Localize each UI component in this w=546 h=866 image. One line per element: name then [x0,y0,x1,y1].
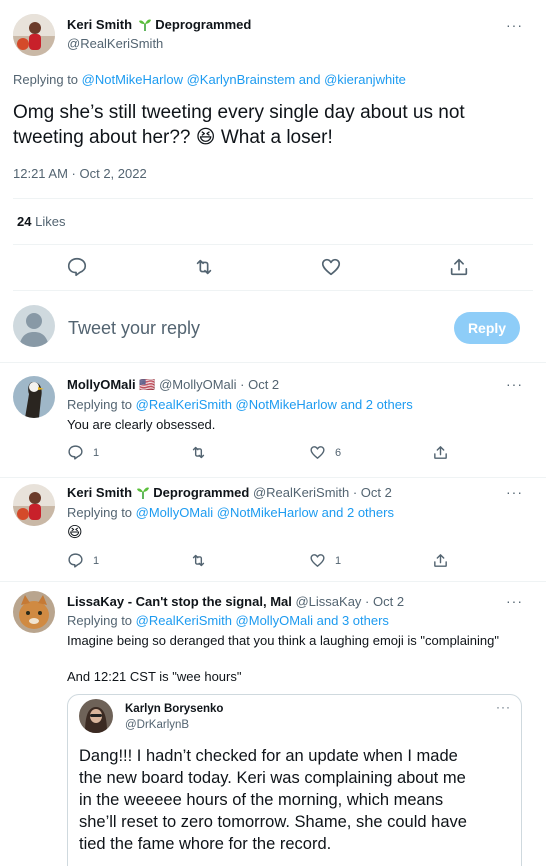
replying-to: Replying to @RealKeriSmith @NotMikeHarlo… [67,396,413,414]
reply-icon[interactable] [67,444,84,461]
divider [13,198,533,199]
reply-count: 1 [93,555,100,567]
share-icon[interactable] [448,256,470,278]
replying-to-handles[interactable]: @RealKeriSmith @MollyOMali and 3 others [136,613,389,628]
reply-text: 😆 [67,524,83,541]
replying-prefix: Replying to [13,72,82,87]
like-icon[interactable] [320,256,342,278]
author-name[interactable]: LissaKay - Can't stop the signal, Mal [67,594,292,609]
replying-to: Replying to @NotMikeHarlow @KarlynBrains… [13,72,406,87]
replying-to-handles[interactable]: @RealKeriSmith @NotMikeHarlow and 2 othe… [136,397,413,412]
us-flag: 🇺🇸 [139,377,156,392]
quoted-line: she’ll reset to zero tomorrow. Shame, sh… [79,813,467,831]
likes-count[interactable]: 24 Likes [17,214,65,229]
like-icon[interactable] [309,552,326,569]
user-avatar [13,305,55,347]
author-avatar[interactable] [13,591,55,633]
author-handle[interactable]: @RealKeriSmith [67,36,163,51]
quoted-tweet[interactable]: Karlyn Borysenko @DrKarlynB ··· Dang!!! … [67,694,522,866]
tweet-timestamp[interactable]: 12:21 AM · Oct 2, 2022 [13,166,147,181]
author-handle-date[interactable]: @RealKeriSmith · Oct 2 [253,485,392,500]
author-handle-date[interactable]: @MollyOMali · Oct 2 [159,377,279,392]
divider [13,290,533,291]
author-handle-date[interactable]: @LissaKay · Oct 2 [295,594,404,609]
more-icon[interactable]: ··· [506,17,523,33]
replying-to-handles[interactable]: @NotMikeHarlow @KarlynBrainstem and @kie… [82,72,406,87]
likes-number: 24 [17,214,32,229]
reply-icon[interactable] [67,552,84,569]
reply-text-line2: And 12:21 CST is "wee hours" [67,669,242,684]
sprout-icon [136,486,150,499]
more-icon[interactable]: ··· [506,593,523,609]
share-icon[interactable] [432,552,449,569]
tweet-text-line1: Omg she’s still tweeting every single da… [13,102,465,123]
quoted-tweet-text: Dang!!! I hadn’t checked for an update w… [79,745,519,855]
quoted-line: Dang!!! I hadn’t checked for an update w… [79,747,458,765]
author-name[interactable]: MollyOMali [67,377,136,392]
reply-input[interactable]: Tweet your reply [68,318,200,339]
replying-prefix: Replying to [67,397,136,412]
tweet-text-line2a: tweeting about her?? [13,127,191,148]
main-tweet: Keri Smith Deprogrammed @RealKeriSmith ·… [0,0,546,363]
quoted-author-avatar [79,699,113,733]
more-icon[interactable]: ··· [496,700,511,714]
retweet-icon[interactable] [190,444,207,461]
replying-to: Replying to @MollyOMali @NotMikeHarlow a… [67,504,394,522]
replying-prefix: Replying to [67,505,136,520]
author-avatar[interactable] [13,484,55,526]
tweet-text: Omg she’s still tweeting every single da… [13,100,533,150]
author-badge-text: Deprogrammed [153,485,250,500]
tweet-text-line2b: What a loser! [220,127,333,148]
replying-to: Replying to @RealKeriSmith @MollyOMali a… [67,612,389,630]
quoted-line: tied the fame whore for the record. [79,835,332,853]
like-count: 1 [335,555,342,567]
likes-label: Likes [35,214,66,229]
author-name[interactable]: Keri Smith [67,485,132,500]
reply-count: 1 [93,447,100,459]
author-avatar[interactable] [13,14,55,56]
replying-to-handles[interactable]: @MollyOMali @NotMikeHarlow and 2 others [136,505,394,520]
quoted-line: the new board today. Keri was complainin… [79,769,466,787]
replying-prefix: Replying to [67,613,136,628]
quoted-line: in the weeeee hours of the morning, whic… [79,791,444,809]
more-icon[interactable]: ··· [506,484,523,500]
laughing-emoji: 😆 [195,127,216,148]
author-badge-text: Deprogrammed [155,17,252,32]
retweet-icon[interactable] [190,552,207,569]
reply-tweet[interactable]: MollyOMali 🇺🇸 @MollyOMali · Oct 2 ··· Re… [0,364,546,478]
like-count: 6 [335,447,342,459]
reply-tweet[interactable]: Keri Smith Deprogrammed @RealKeriSmith ·… [0,478,546,582]
share-icon[interactable] [432,444,449,461]
reply-icon[interactable] [66,256,88,278]
author-name[interactable]: Keri Smith [67,17,132,32]
author-avatar[interactable] [13,376,55,418]
reply-button[interactable]: Reply [454,312,520,344]
more-icon[interactable]: ··· [506,376,523,392]
reply-text-line1: Imagine being so deranged that you think… [67,633,500,648]
retweet-icon[interactable] [193,256,215,278]
sprout-icon [138,18,152,31]
divider [13,244,533,245]
reply-text: You are clearly obsessed. [67,417,216,432]
quoted-author-handle: @DrKarlynB [125,719,190,731]
like-icon[interactable] [309,444,326,461]
